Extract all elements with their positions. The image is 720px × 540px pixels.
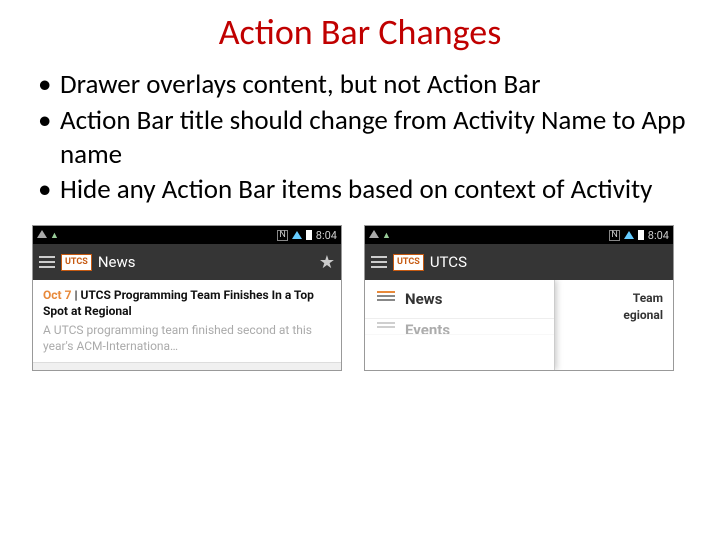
obscured-text: egional	[623, 307, 663, 324]
signal-icon	[624, 231, 634, 239]
battery-icon	[638, 230, 644, 240]
action-bar: UTCS News ★	[33, 244, 341, 280]
clock: 8:04	[316, 229, 337, 242]
navigation-drawer: News Events	[365, 280, 555, 370]
nfc-icon: N	[609, 230, 619, 241]
bullet-list: Drawer overlays content, but not Action …	[30, 68, 690, 207]
drawer-item-label: News	[405, 290, 442, 308]
article-item[interactable]: Oct 7 | UTCS Programming Team Finishes I…	[33, 280, 341, 363]
hamburger-icon[interactable]	[371, 256, 387, 268]
app-logo: UTCS	[61, 254, 92, 271]
drawer-item-events[interactable]: Events	[365, 319, 554, 335]
article-summary: A UTCS programming team finished second …	[43, 323, 331, 354]
star-icon[interactable]: ★	[319, 252, 335, 273]
bullet-item: Hide any Action Bar items based on conte…	[38, 173, 690, 207]
phone-screenshot-left: ▲ N 8:04 UTCS News ★ Oct 7 | UTCS P	[32, 225, 342, 371]
phone-content: Team egional News Events	[365, 280, 673, 370]
drawer-item-label: Events	[405, 321, 450, 336]
nfc-icon: N	[277, 230, 287, 241]
app-logo: UTCS	[393, 254, 424, 271]
obscured-content: Team egional	[623, 290, 663, 324]
bullet-item: Action Bar title should change from Acti…	[38, 104, 690, 172]
article-date: Oct 7	[43, 288, 71, 302]
android-icon: ▲	[382, 230, 391, 241]
clock: 8:04	[648, 229, 669, 242]
battery-icon	[306, 230, 312, 240]
slide: Action Bar Changes Drawer overlays conte…	[0, 0, 720, 540]
actionbar-title: News	[98, 253, 313, 271]
notification-icon	[369, 230, 379, 238]
news-icon	[377, 291, 395, 307]
android-icon: ▲	[50, 230, 59, 241]
events-icon	[377, 322, 395, 336]
action-bar: UTCS UTCS	[365, 244, 673, 280]
screenshot-row: ▲ N 8:04 UTCS News ★ Oct 7 | UTCS P	[30, 225, 690, 371]
signal-icon	[292, 231, 302, 239]
bullet-item: Drawer overlays content, but not Action …	[38, 68, 690, 102]
status-bar: ▲ N 8:04	[365, 226, 673, 244]
slide-title: Action Bar Changes	[30, 10, 690, 54]
article-headline: Oct 7 | UTCS Programming Team Finishes I…	[43, 288, 331, 319]
drawer-item-news[interactable]: News	[365, 280, 554, 319]
hamburger-icon[interactable]	[39, 256, 55, 268]
article-title-text: UTCS Programming Team Finishes In a Top …	[43, 288, 314, 318]
obscured-text: Team	[623, 290, 663, 307]
status-bar: ▲ N 8:04	[33, 226, 341, 244]
notification-icon	[37, 230, 47, 238]
actionbar-title: UTCS	[430, 253, 667, 271]
phone-screenshot-right: ▲ N 8:04 UTCS UTCS Team egional	[364, 225, 674, 371]
